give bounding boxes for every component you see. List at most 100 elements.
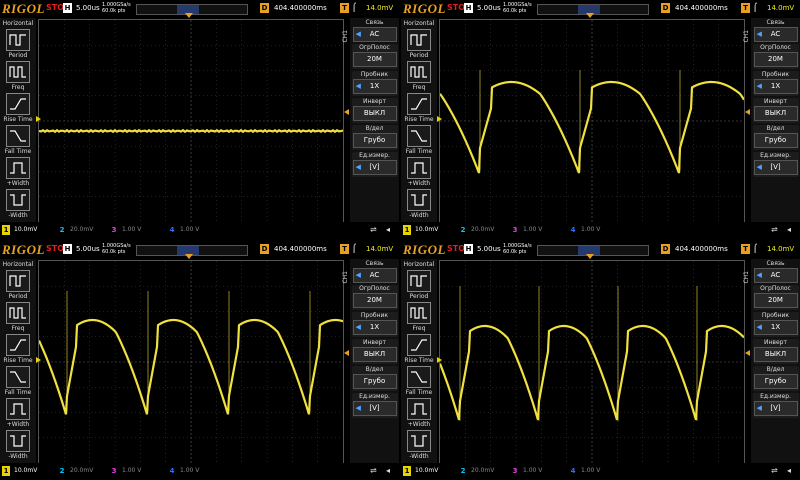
measure-item[interactable]: -Width xyxy=(403,189,435,219)
channel-4-button[interactable]: 4 xyxy=(168,225,176,235)
channel-1-button[interactable]: 1 xyxy=(403,225,411,235)
channel-4-scale[interactable]: 1.00 V xyxy=(581,467,600,474)
trigger-level-marker[interactable] xyxy=(745,109,750,115)
measure-item[interactable]: Rise Time xyxy=(2,334,34,364)
measure-item[interactable]: Rise Time xyxy=(403,93,435,123)
coupling-button[interactable]: ◀ AC xyxy=(753,268,798,283)
channel-4-button[interactable]: 4 xyxy=(569,225,577,235)
channel-1-scale[interactable]: 10.0mV xyxy=(14,467,37,474)
invert-button[interactable]: ВЫКЛ xyxy=(352,106,397,121)
measure-item[interactable]: +Width xyxy=(2,398,34,428)
channel-4-button[interactable]: 4 xyxy=(168,466,176,476)
coupling-button[interactable]: ◀ AC xyxy=(352,27,397,42)
trigger-level[interactable]: 14.0mV xyxy=(767,245,794,253)
channel-2-button[interactable]: 2 xyxy=(459,466,467,476)
trigger-level-marker[interactable] xyxy=(745,350,750,356)
ch1-offset-marker[interactable] xyxy=(437,357,442,363)
measure-item[interactable]: Period xyxy=(403,29,435,59)
ch1-offset-marker[interactable] xyxy=(437,116,442,122)
invert-button[interactable]: ВЫКЛ xyxy=(753,347,798,362)
measure-item[interactable]: Fall Time xyxy=(2,366,34,396)
bandwidth-button[interactable]: 20M xyxy=(753,52,798,67)
channel-2-button[interactable]: 2 xyxy=(58,466,66,476)
measure-item[interactable]: Rise Time xyxy=(2,93,34,123)
measure-item[interactable]: Freq xyxy=(2,61,34,91)
probe-button[interactable]: ◀ 1X xyxy=(753,79,798,94)
delay-value[interactable]: 404.400000ms xyxy=(274,245,327,253)
waveform-display[interactable] xyxy=(38,19,344,223)
unit-button[interactable]: ◀ [V] xyxy=(352,401,397,416)
channel-2-scale[interactable]: 20.0mV xyxy=(471,467,494,474)
vdiv-button[interactable]: Грубо xyxy=(753,374,798,389)
channel-1-button[interactable]: 1 xyxy=(403,466,411,476)
channel-3-button[interactable]: 3 xyxy=(110,225,118,235)
timebase-value[interactable]: 5.00us xyxy=(76,245,100,253)
trigger-level-marker[interactable] xyxy=(344,109,349,115)
measure-item[interactable]: Fall Time xyxy=(403,125,435,155)
channel-1-button[interactable]: 1 xyxy=(2,466,10,476)
measure-item[interactable]: Period xyxy=(403,270,435,300)
channel-1-scale[interactable]: 10.0mV xyxy=(415,226,438,233)
channel-4-button[interactable]: 4 xyxy=(569,466,577,476)
bandwidth-button[interactable]: 20M xyxy=(753,293,798,308)
measure-item[interactable]: Period xyxy=(2,270,34,300)
measure-item[interactable]: -Width xyxy=(2,430,34,460)
channel-2-button[interactable]: 2 xyxy=(459,225,467,235)
channel-1-button[interactable]: 1 xyxy=(2,225,10,235)
channel-3-button[interactable]: 3 xyxy=(511,466,519,476)
channel-1-scale[interactable]: 10.0mV xyxy=(415,467,438,474)
channel-2-scale[interactable]: 20.0mV xyxy=(70,467,93,474)
channel-3-scale[interactable]: 1.00 V xyxy=(122,467,141,474)
waveform-display[interactable] xyxy=(38,260,344,464)
coupling-button[interactable]: ◀ AC xyxy=(352,268,397,283)
measure-item[interactable]: +Width xyxy=(403,398,435,428)
measure-item[interactable]: Fall Time xyxy=(403,366,435,396)
channel-3-button[interactable]: 3 xyxy=(511,225,519,235)
channel-4-scale[interactable]: 1.00 V xyxy=(581,226,600,233)
measure-item[interactable]: Freq xyxy=(403,302,435,332)
unit-button[interactable]: ◀ [V] xyxy=(352,160,397,175)
timebase-value[interactable]: 5.00us xyxy=(477,4,501,12)
invert-button[interactable]: ВЫКЛ xyxy=(352,347,397,362)
waveform-display[interactable] xyxy=(439,19,745,223)
delay-value[interactable]: 404.400000ms xyxy=(274,4,327,12)
measure-item[interactable]: +Width xyxy=(403,157,435,187)
vdiv-button[interactable]: Грубо xyxy=(352,374,397,389)
ch1-offset-marker[interactable] xyxy=(36,116,41,122)
delay-value[interactable]: 404.400000ms xyxy=(675,245,728,253)
probe-button[interactable]: ◀ 1X xyxy=(352,79,397,94)
channel-3-scale[interactable]: 1.00 V xyxy=(122,226,141,233)
unit-button[interactable]: ◀ [V] xyxy=(753,160,798,175)
measure-item[interactable]: +Width xyxy=(2,157,34,187)
bandwidth-button[interactable]: 20M xyxy=(352,293,397,308)
measure-item[interactable]: -Width xyxy=(2,189,34,219)
trigger-level[interactable]: 14.0mV xyxy=(366,245,393,253)
measure-item[interactable]: Period xyxy=(2,29,34,59)
vdiv-button[interactable]: Грубо xyxy=(352,133,397,148)
channel-4-scale[interactable]: 1.00 V xyxy=(180,467,199,474)
delay-value[interactable]: 404.400000ms xyxy=(675,4,728,12)
bandwidth-button[interactable]: 20M xyxy=(352,52,397,67)
measure-item[interactable]: Rise Time xyxy=(403,334,435,364)
probe-button[interactable]: ◀ 1X xyxy=(352,320,397,335)
channel-2-scale[interactable]: 20.0mV xyxy=(70,226,93,233)
vdiv-button[interactable]: Грубо xyxy=(753,133,798,148)
trigger-level[interactable]: 14.0mV xyxy=(366,4,393,12)
measure-item[interactable]: Freq xyxy=(2,302,34,332)
timebase-value[interactable]: 5.00us xyxy=(477,245,501,253)
channel-3-scale[interactable]: 1.00 V xyxy=(523,467,542,474)
measure-item[interactable]: Fall Time xyxy=(2,125,34,155)
channel-2-button[interactable]: 2 xyxy=(58,225,66,235)
unit-button[interactable]: ◀ [V] xyxy=(753,401,798,416)
channel-4-scale[interactable]: 1.00 V xyxy=(180,226,199,233)
channel-3-button[interactable]: 3 xyxy=(110,466,118,476)
trigger-level-marker[interactable] xyxy=(344,350,349,356)
channel-2-scale[interactable]: 20.0mV xyxy=(471,226,494,233)
channel-3-scale[interactable]: 1.00 V xyxy=(523,226,542,233)
waveform-display[interactable] xyxy=(439,260,745,464)
channel-1-scale[interactable]: 10.0mV xyxy=(14,226,37,233)
invert-button[interactable]: ВЫКЛ xyxy=(753,106,798,121)
timebase-value[interactable]: 5.00us xyxy=(76,4,100,12)
ch1-offset-marker[interactable] xyxy=(36,357,41,363)
trigger-level[interactable]: 14.0mV xyxy=(767,4,794,12)
